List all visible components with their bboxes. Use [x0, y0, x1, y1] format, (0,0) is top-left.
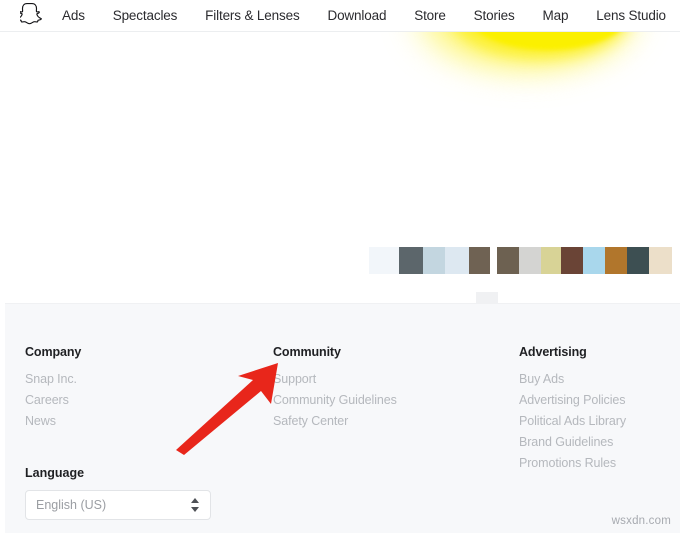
- yellow-blob-soft: [430, 32, 630, 66]
- top-navigation-bar: Ads Spectacles Filters & Lenses Download…: [0, 0, 680, 32]
- color-swatch-right-2: [541, 247, 561, 274]
- footer-column-company: Company Snap Inc. Careers News: [25, 345, 81, 432]
- language-heading: Language: [25, 466, 85, 480]
- color-swatch-group-left: [369, 247, 490, 274]
- color-swatch-left-4: [469, 247, 490, 274]
- nav-link-list: Ads Spectacles Filters & Lenses Download…: [56, 9, 680, 23]
- nav-link-store[interactable]: Store: [414, 9, 446, 23]
- color-swatch-group-right: [497, 247, 672, 274]
- snapchat-ghost-icon: [17, 2, 44, 30]
- footer-link-support[interactable]: Support: [273, 369, 397, 390]
- color-swatch-left-1: [399, 247, 423, 274]
- yellow-blob-halo: [412, 32, 638, 74]
- nav-link-lens-studio[interactable]: Lens Studio: [596, 9, 666, 23]
- footer-heading-advertising: Advertising: [519, 345, 587, 359]
- nav-link-spectacles[interactable]: Spectacles: [113, 9, 178, 23]
- color-swatch-right-4: [583, 247, 605, 274]
- nav-link-filters-lenses[interactable]: Filters & Lenses: [205, 9, 300, 23]
- footer-link-brand-guidelines[interactable]: Brand Guidelines: [519, 432, 626, 453]
- language-selector-block: Language English (US): [25, 466, 211, 520]
- footer-heading-company: Company: [25, 345, 82, 359]
- color-swatch-right-1: [519, 247, 541, 274]
- color-swatch-right-0: [497, 247, 519, 274]
- mini-placeholder-swatch: [476, 292, 498, 303]
- footer-column-community: Community Support Community Guidelines S…: [273, 345, 397, 432]
- nav-link-download[interactable]: Download: [327, 9, 386, 23]
- nav-link-ads[interactable]: Ads: [62, 9, 85, 23]
- footer-link-news[interactable]: News: [25, 411, 81, 432]
- yellow-blob-core: [466, 32, 630, 50]
- footer-heading-community: Community: [273, 345, 341, 359]
- color-swatch-right-3: [561, 247, 583, 274]
- color-swatch-right-6: [627, 247, 649, 274]
- footer-link-community-guidelines[interactable]: Community Guidelines: [273, 390, 397, 411]
- color-swatch-right-5: [605, 247, 627, 274]
- footer-link-promotions-rules[interactable]: Promotions Rules: [519, 453, 626, 474]
- footer-column-advertising: Advertising Buy Ads Advertising Policies…: [519, 345, 626, 474]
- footer-link-political-ads-library[interactable]: Political Ads Library: [519, 411, 626, 432]
- footer-left-edge-strip: [0, 303, 5, 533]
- nav-link-stories[interactable]: Stories: [474, 9, 515, 23]
- watermark-text: wsxdn.com: [611, 515, 671, 527]
- page-root: Ads Spectacles Filters & Lenses Download…: [0, 0, 680, 533]
- footer-link-careers[interactable]: Careers: [25, 390, 81, 411]
- hero-section: [0, 32, 680, 303]
- color-swatch-right-7: [649, 247, 672, 274]
- color-swatch-left-3: [445, 247, 469, 274]
- site-footer: Company Snap Inc. Careers News Community…: [0, 303, 680, 533]
- language-selected-value: English (US): [36, 498, 107, 512]
- footer-link-safety-center[interactable]: Safety Center: [273, 411, 397, 432]
- yellow-blob-mid: [450, 32, 628, 58]
- nav-link-map[interactable]: Map: [543, 9, 569, 23]
- footer-link-advertising-policies[interactable]: Advertising Policies: [519, 390, 626, 411]
- footer-link-buy-ads[interactable]: Buy Ads: [519, 369, 626, 390]
- color-swatch-left-0: [369, 247, 399, 274]
- color-swatch-left-2: [423, 247, 445, 274]
- language-select[interactable]: English (US): [25, 490, 211, 520]
- up-down-stepper-icon: [191, 497, 200, 513]
- footer-link-snap-inc[interactable]: Snap Inc.: [25, 369, 81, 390]
- snapchat-logo[interactable]: [0, 2, 56, 30]
